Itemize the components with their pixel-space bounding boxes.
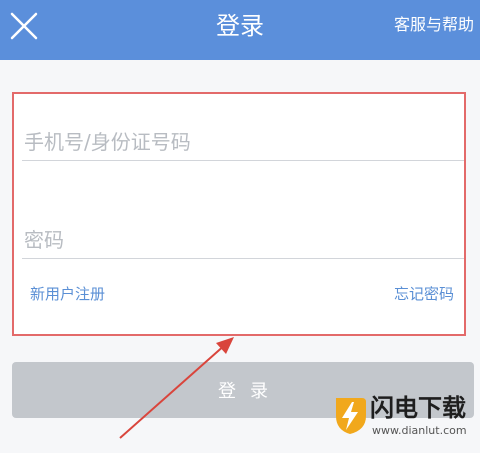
password-input[interactable]	[22, 222, 464, 259]
lightning-logo-icon	[336, 398, 366, 434]
register-link[interactable]: 新用户注册	[30, 284, 105, 304]
login-form-highlight: 新用户注册 忘记密码	[12, 92, 466, 336]
help-link[interactable]: 客服与帮助	[394, 14, 480, 36]
watermark: 闪电下载 www.dianlut.com	[332, 392, 472, 448]
app-header: 登录 客服与帮助	[0, 0, 480, 60]
watermark-name: 闪电下载	[370, 394, 466, 422]
phone-id-input[interactable]	[22, 124, 464, 161]
watermark-url: www.dianlut.com	[372, 424, 467, 437]
forgot-password-link[interactable]: 忘记密码	[394, 284, 454, 304]
